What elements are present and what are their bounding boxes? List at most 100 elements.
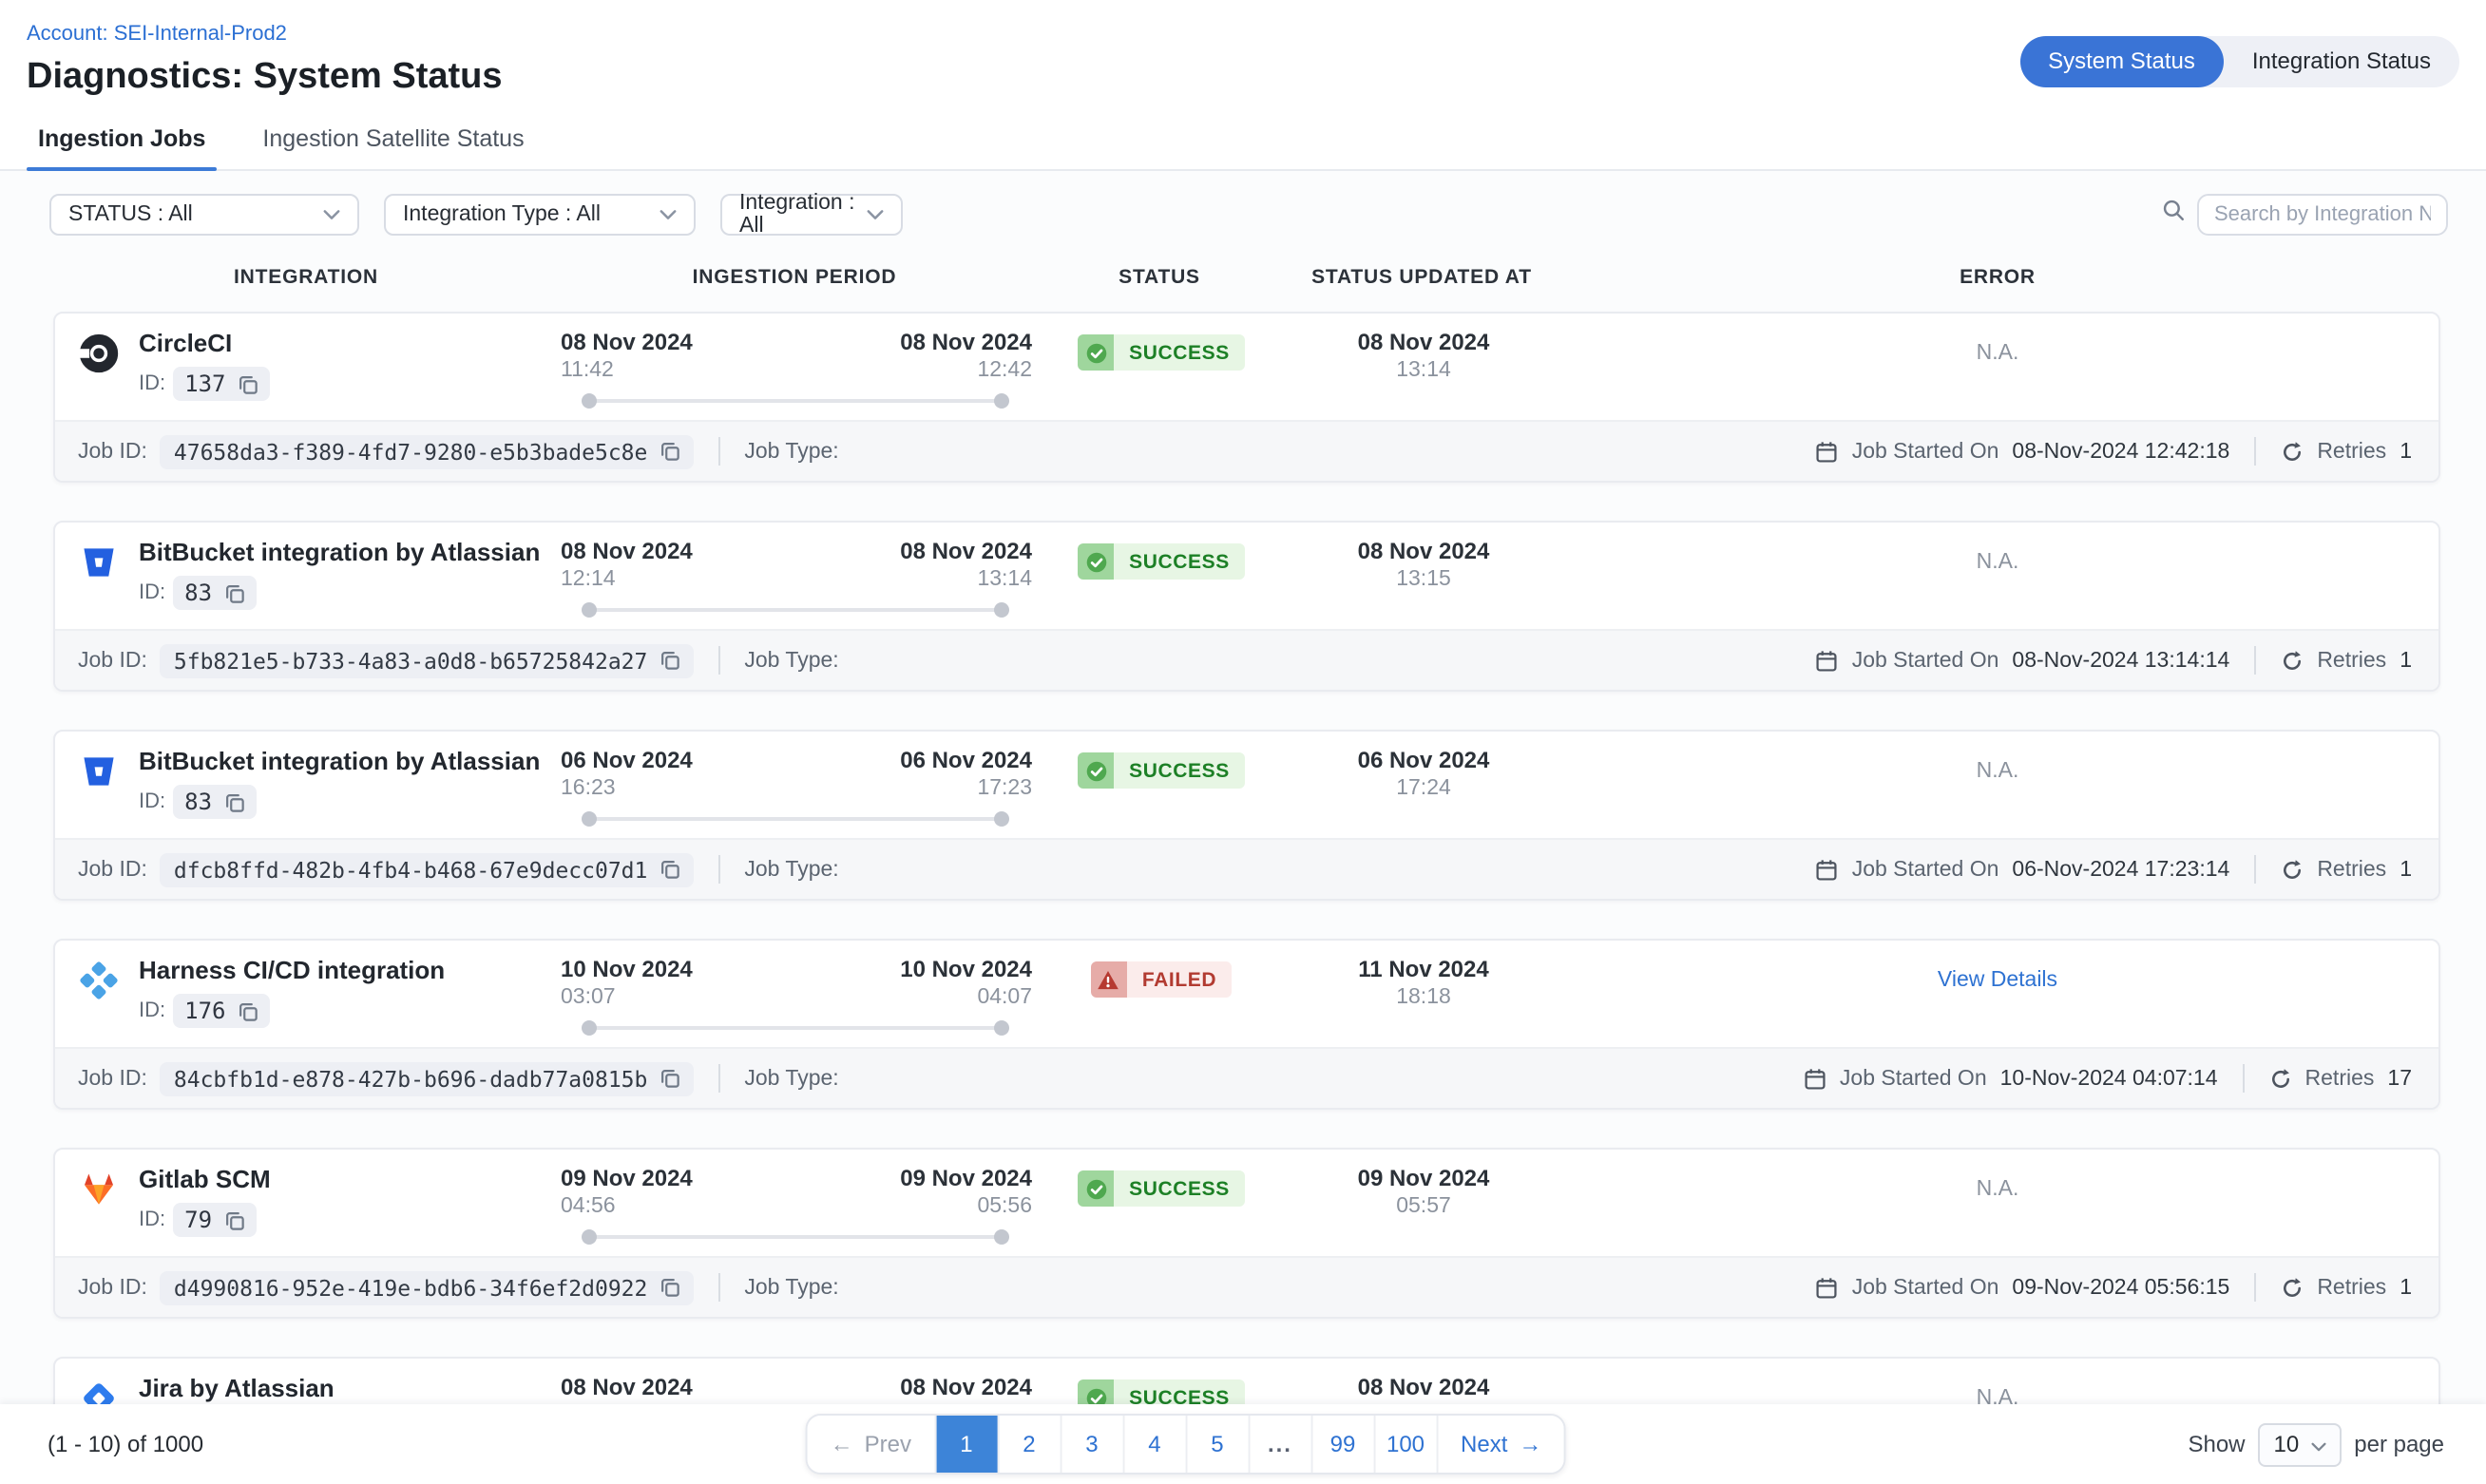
- id-label: ID:: [139, 790, 165, 813]
- integration-name: Jira by Atlassian: [139, 1374, 335, 1402]
- id-label: ID:: [139, 372, 165, 395]
- calendar-icon: [1816, 440, 1839, 463]
- page-button-5[interactable]: 5: [1187, 1416, 1250, 1473]
- copy-icon[interactable]: [659, 1068, 679, 1089]
- job-details-footer: Job ID: 84cbfb1d-e878-427b-b696-dadb77a0…: [55, 1047, 2438, 1108]
- integration-logo-icon: [78, 333, 120, 374]
- integration-filter-dropdown[interactable]: Integration : All: [720, 194, 903, 236]
- period-start-time: 12:14: [561, 568, 693, 591]
- copy-icon[interactable]: [659, 650, 679, 671]
- check-circle-icon: [1084, 1177, 1107, 1200]
- period-end: 09 Nov 2024 05:56: [900, 1165, 1032, 1218]
- account-breadcrumb-link[interactable]: Account: SEI-Internal-Prod2: [27, 23, 287, 46]
- divider: [2254, 646, 2256, 675]
- status-updated-date: 08 Nov 2024: [1291, 1374, 1557, 1400]
- retries-label: Retries: [2317, 649, 2386, 672]
- integration-logo-icon: [78, 960, 120, 1001]
- integration-cell: Harness CI/CD integration ID: 176: [55, 954, 561, 1036]
- retries-refresh-icon: [2281, 1276, 2304, 1299]
- slider-end-handle: [994, 393, 1009, 409]
- job-details-footer: Job ID: 47658da3-f389-4fd7-9280-e5b3bade…: [55, 420, 2438, 481]
- ingestion-jobs-list: CircleCI ID: 137 08 Nov 2024 11:42: [53, 312, 2440, 1484]
- integration-status-button[interactable]: Integration Status: [2224, 36, 2459, 87]
- period-end-date: 08 Nov 2024: [900, 329, 1032, 355]
- copy-icon[interactable]: [659, 859, 679, 880]
- job-id-label: Job ID:: [78, 1276, 147, 1299]
- integration-name: BitBucket integration by Atlassian: [139, 747, 540, 775]
- calendar-icon: [1816, 1276, 1839, 1299]
- retries-value: 1: [2400, 858, 2412, 881]
- copy-icon[interactable]: [659, 441, 679, 462]
- search-input[interactable]: [2197, 194, 2448, 236]
- status-badge-text: SUCCESS: [1114, 1170, 1245, 1207]
- integration-cell: Gitlab SCM ID: 79: [55, 1163, 561, 1245]
- page-button-4[interactable]: 4: [1124, 1416, 1187, 1473]
- page-button-1[interactable]: 1: [936, 1416, 999, 1473]
- job-id-value: d4990816-952e-419e-bdb6-34f6ef2d0922: [174, 1274, 648, 1301]
- page-button-3[interactable]: 3: [1061, 1416, 1124, 1473]
- period-end-time: 04:07: [900, 986, 1032, 1009]
- integration-id-pill: 83: [173, 785, 256, 819]
- period-start-time: 04:56: [561, 1195, 693, 1218]
- integration-id-value: 176: [184, 998, 225, 1024]
- job-details-footer: Job ID: d4990816-952e-419e-bdb6-34f6ef2d…: [55, 1256, 2438, 1317]
- page-size-select[interactable]: 10: [2259, 1422, 2342, 1466]
- next-page-button[interactable]: Next →: [1438, 1416, 1564, 1473]
- copy-icon[interactable]: [223, 791, 244, 812]
- page-button-99[interactable]: 99: [1312, 1416, 1375, 1473]
- ingestion-job-row: BitBucket integration by Atlassian ID: 8…: [53, 730, 2440, 901]
- status-filter-dropdown[interactable]: STATUS : All: [49, 194, 359, 236]
- retries-value: 1: [2400, 1276, 2412, 1299]
- integration-id-value: 137: [184, 371, 225, 397]
- pagination-controls: ← Prev 12345...99100 Next →: [806, 1414, 1567, 1474]
- status-cell: SUCCESS: [1032, 745, 1291, 827]
- job-started-on-value: 08-Nov-2024 12:42:18: [2012, 440, 2229, 463]
- copy-icon[interactable]: [659, 1277, 679, 1298]
- show-label: Show: [2188, 1431, 2245, 1457]
- copy-icon[interactable]: [238, 1000, 258, 1021]
- slider-end-handle: [994, 1020, 1009, 1036]
- column-header-error: ERROR: [1555, 266, 2440, 289]
- status-updated-cell: 06 Nov 2024 17:24: [1291, 745, 1557, 827]
- ingestion-period-slider: [582, 602, 1009, 618]
- status-badge: SUCCESS: [1078, 543, 1245, 580]
- check-circle-icon: [1084, 550, 1107, 573]
- retries-value: 1: [2400, 440, 2412, 463]
- status-badge-icon: [1078, 752, 1114, 789]
- integration-id-value: 79: [184, 1207, 212, 1233]
- status-badge-text: SUCCESS: [1114, 334, 1245, 371]
- period-end-time: 17:23: [900, 777, 1032, 800]
- error-value[interactable]: View Details: [1938, 969, 2057, 992]
- job-id-label: Job ID:: [78, 649, 147, 672]
- tab-ingestion-jobs[interactable]: Ingestion Jobs: [34, 125, 209, 169]
- copy-icon[interactable]: [223, 1209, 244, 1230]
- status-updated-time: 13:14: [1291, 359, 1557, 382]
- page-button-2[interactable]: 2: [999, 1416, 1061, 1473]
- slider-start-handle: [582, 1020, 597, 1036]
- period-end: 10 Nov 2024 04:07: [900, 956, 1032, 1009]
- system-status-button[interactable]: System Status: [2019, 36, 2224, 87]
- copy-icon[interactable]: [223, 582, 244, 603]
- diagnostics-system-status-page: Account: SEI-Internal-Prod2 Diagnostics:…: [0, 0, 2486, 1484]
- job-id-pill: d4990816-952e-419e-bdb6-34f6ef2d0922: [161, 1270, 694, 1304]
- slider-start-handle: [582, 393, 597, 409]
- integration-type-filter-dropdown[interactable]: Integration Type : All: [384, 194, 696, 236]
- copy-icon[interactable]: [238, 373, 258, 394]
- period-end-date: 06 Nov 2024: [900, 747, 1032, 773]
- retries-refresh-icon: [2281, 440, 2304, 463]
- job-id-value: dfcb8ffd-482b-4fb4-b468-67e9decc07d1: [174, 856, 648, 883]
- tab-ingestion-satellite-status[interactable]: Ingestion Satellite Status: [258, 125, 527, 169]
- integration-type-filter-label: Integration Type : All: [403, 203, 601, 226]
- job-details-footer: Job ID: 5fb821e5-b733-4a83-a0d8-b6572584…: [55, 629, 2438, 690]
- status-filter-label: STATUS : All: [68, 203, 193, 226]
- period-end: 08 Nov 2024 12:42: [900, 329, 1032, 382]
- job-id-value: 84cbfb1d-e878-427b-b696-dadb77a0815b: [174, 1065, 648, 1092]
- integration-info: BitBucket integration by Atlassian ID: 8…: [139, 745, 540, 827]
- integration-id-row: ID: 137: [139, 367, 270, 401]
- page-button-100[interactable]: 100: [1375, 1416, 1438, 1473]
- ingestion-job-row: Harness CI/CD integration ID: 176 10 Nov…: [53, 939, 2440, 1110]
- error-value: N.A.: [1977, 760, 2019, 783]
- prev-page-button[interactable]: ← Prev: [808, 1416, 936, 1473]
- retries-value: 1: [2400, 649, 2412, 672]
- integration-logo-icon: [78, 542, 120, 583]
